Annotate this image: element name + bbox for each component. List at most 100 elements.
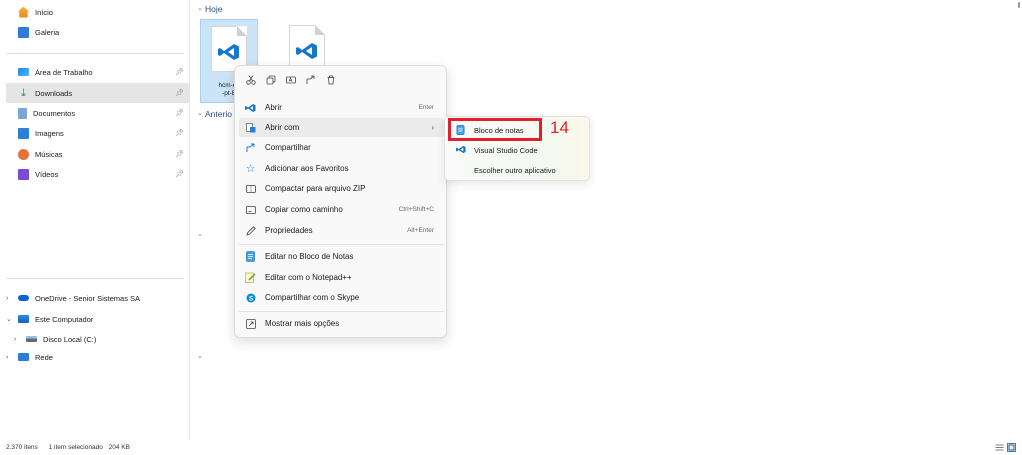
menu-separator	[239, 244, 444, 245]
tiles-view-icon[interactable]	[1007, 443, 1016, 452]
menu-item-label: Editar com o Notepad++	[265, 273, 352, 282]
chevron-down-icon[interactable]: ⌄	[197, 4, 203, 12]
nav-label: OneDrive - Senior Sistemas SA	[35, 293, 141, 303]
menu-item-abrir-com[interactable]: Abrir com ›	[239, 118, 444, 137]
nav-item-musicas[interactable]: Músicas 📌︎	[6, 144, 190, 164]
nav-label: Galeria	[35, 27, 60, 37]
nav-item-rede[interactable]: › Rede	[6, 347, 190, 367]
view-toggle	[995, 443, 1016, 452]
nav-label: Vídeos	[35, 169, 59, 179]
divider	[6, 53, 184, 54]
chevron-down-icon[interactable]: ⌄	[197, 352, 203, 360]
navigation-pane: Início Galeria Área de Trabalho 📌︎ ⤓ Dow…	[0, 0, 190, 440]
context-menu: Abrir Enter Abrir com › Compartilhar ☆ A…	[234, 65, 447, 338]
menu-item-editar-bloco-notas[interactable]: Editar no Bloco de Notas	[239, 247, 444, 266]
menu-item-compactar-zip[interactable]: Compactar para arquivo ZIP	[239, 179, 444, 198]
vscode-icon	[296, 43, 317, 59]
copy-icon[interactable]	[265, 74, 277, 86]
vscode-icon	[456, 145, 466, 155]
nav-item-inicio[interactable]: Início	[6, 2, 190, 22]
nav-label: Downloads	[35, 88, 73, 98]
menu-item-copiar-caminho[interactable]: Copiar como caminho Ctrl+Shift+C	[239, 200, 444, 219]
nav-label: Área de Trabalho	[35, 67, 93, 77]
chevron-down-icon[interactable]: ⌄	[197, 230, 203, 238]
menu-item-label: Adicionar aos Favoritos	[265, 164, 349, 173]
pin-icon[interactable]: 📌︎	[175, 109, 184, 117]
chevron-down-icon[interactable]: ⌄	[6, 315, 12, 323]
nav-item-imagens[interactable]: Imagens 📌︎	[6, 123, 190, 143]
pin-icon[interactable]: 📌︎	[175, 129, 184, 137]
pin-icon[interactable]: 📌︎	[175, 170, 184, 178]
status-items-count: 2.370 itens	[6, 444, 38, 451]
status-size: 204 KB	[108, 444, 130, 451]
menu-item-favoritos[interactable]: ☆ Adicionar aos Favoritos	[239, 159, 444, 178]
menu-item-label: Propriedades	[265, 226, 313, 235]
network-icon	[18, 353, 29, 361]
nav-label: Rede	[35, 352, 53, 362]
share-icon[interactable]	[305, 74, 317, 86]
path-icon	[245, 204, 256, 215]
nav-item-videos[interactable]: Vídeos 📌︎	[6, 164, 190, 184]
context-menu-toolbar	[245, 72, 337, 88]
nav-label: Documentos	[33, 108, 76, 118]
menu-item-propriedades[interactable]: Propriedades Alt+Enter	[239, 221, 444, 240]
pin-icon[interactable]: 📌︎	[175, 150, 184, 158]
desktop-icon	[18, 68, 29, 76]
zip-icon	[245, 183, 256, 194]
pin-icon[interactable]: 📌︎	[175, 68, 184, 76]
details-view-icon[interactable]	[995, 443, 1004, 452]
cut-icon[interactable]	[245, 74, 257, 86]
nav-item-desktop[interactable]: Área de Trabalho 📌︎	[6, 62, 190, 82]
submenu-item-label: Visual Studio Code	[474, 145, 538, 155]
nav-item-este-computador[interactable]: ⌄ Este Computador	[6, 309, 190, 329]
menu-item-shortcut: Enter	[418, 104, 434, 111]
annotation-step-number: 14	[550, 118, 569, 137]
status-selected-info: 1 item selecionado	[48, 444, 103, 451]
menu-item-compartilhar[interactable]: Compartilhar	[239, 138, 444, 157]
group-header-today[interactable]: Hoje	[205, 4, 222, 14]
menu-item-label: Mostrar mais opções	[265, 319, 340, 328]
nav-item-downloads[interactable]: ⤓ Downloads 📌︎	[6, 83, 190, 103]
notepadpp-icon	[245, 272, 256, 283]
rename-icon[interactable]	[285, 74, 297, 86]
properties-icon	[245, 225, 256, 236]
menu-item-shortcut: Alt+Enter	[407, 227, 434, 234]
menu-item-mostrar-mais-opcoes[interactable]: Mostrar mais opções	[239, 314, 444, 333]
annotation-highlight-box	[448, 118, 542, 141]
chevron-right-icon[interactable]: ›	[6, 354, 8, 361]
chevron-right-icon: ›	[431, 123, 434, 132]
menu-item-shortcut: Ctrl+Shift+C	[398, 206, 434, 213]
chevron-down-icon[interactable]: ⌄	[197, 109, 203, 117]
group-header-earlier[interactable]: Anterio	[205, 109, 232, 119]
vscode-icon	[218, 44, 239, 60]
gallery-icon	[18, 26, 29, 38]
menu-item-label: Copiar como caminho	[265, 205, 343, 214]
chevron-right-icon[interactable]: ›	[14, 336, 16, 343]
chevron-right-icon[interactable]: ›	[6, 295, 8, 302]
submenu-item-vscode[interactable]: Visual Studio Code	[448, 141, 588, 159]
menu-item-compartilhar-skype[interactable]: S Compartilhar com o Skype	[239, 288, 444, 307]
nav-item-galeria[interactable]: Galeria	[6, 22, 190, 42]
vscode-icon	[245, 102, 256, 113]
menu-item-abrir[interactable]: Abrir Enter	[239, 98, 444, 117]
more-options-icon	[245, 318, 256, 329]
pin-icon[interactable]: 📌︎	[175, 89, 184, 97]
delete-icon[interactable]	[325, 74, 337, 86]
divider	[6, 278, 184, 279]
onedrive-icon	[18, 295, 29, 301]
home-icon	[18, 6, 29, 18]
vertical-scrollbar[interactable]	[1016, 0, 1022, 440]
nav-label: Início	[35, 7, 53, 17]
nav-item-documentos[interactable]: Documentos 📌︎	[6, 103, 190, 123]
nav-item-onedrive[interactable]: › OneDrive - Senior Sistemas SA	[6, 288, 190, 308]
nav-label: Músicas	[35, 149, 63, 159]
menu-item-label: Abrir com	[265, 123, 300, 132]
scrollbar-thumb[interactable]	[1018, 2, 1020, 8]
open-with-icon	[245, 122, 256, 133]
submenu-item-escolher-outro[interactable]: Escolher outro aplicativo	[448, 161, 588, 179]
nav-label: Este Computador	[35, 314, 94, 324]
notepad-icon	[245, 251, 256, 262]
nav-item-disco-local[interactable]: › Disco Local (C:)	[6, 329, 190, 349]
menu-item-editar-notepadpp[interactable]: Editar com o Notepad++	[239, 268, 444, 287]
menu-item-label: Editar no Bloco de Notas	[265, 252, 354, 261]
